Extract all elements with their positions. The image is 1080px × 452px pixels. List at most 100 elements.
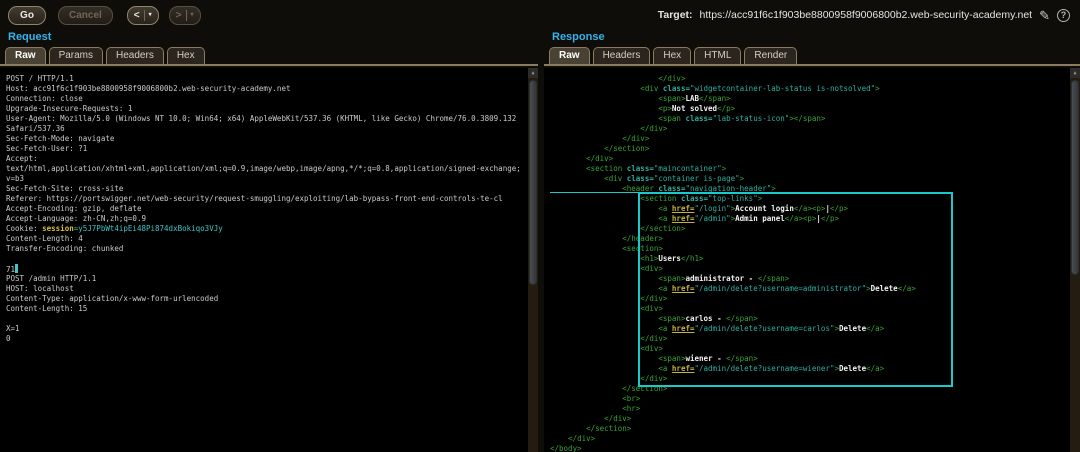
code-line: Host: acc91f6c1f903be8800958f9006800b2.w… bbox=[6, 84, 538, 94]
code-line bbox=[6, 254, 538, 264]
text-cursor bbox=[15, 264, 18, 273]
code-line: <a href="/admin/delete?username=administ… bbox=[550, 284, 1080, 294]
code-line: v=b3 bbox=[6, 174, 538, 184]
request-scrollbar-thumb[interactable] bbox=[529, 80, 537, 285]
code-line: Referer: https://portswigger.net/web-sec… bbox=[6, 194, 538, 204]
code-line: <span class="lab-status-icon"></span> bbox=[550, 114, 1080, 124]
button-divider bbox=[186, 10, 187, 21]
chevron-down-icon[interactable]: ▾ bbox=[149, 12, 152, 18]
response-scrollbar-thumb[interactable] bbox=[1071, 80, 1079, 275]
code-line: <span>LAB</span> bbox=[550, 94, 1080, 104]
code-line: <a href="/admin/delete?username=wiener">… bbox=[550, 364, 1080, 374]
code-line: Upgrade-Insecure-Requests: 1 bbox=[6, 104, 538, 114]
code-line: Connection: close bbox=[6, 94, 538, 104]
code-line: Cookie: session=y5J7PbWt4ipEi48Pi874dxBo… bbox=[6, 224, 538, 234]
code-line: </section> bbox=[550, 224, 1080, 234]
response-panel: Response RawHeadersHexHTMLRender </div> … bbox=[544, 30, 1080, 452]
tab-headers[interactable]: Headers bbox=[593, 47, 651, 64]
code-line: <span>administrator - </span> bbox=[550, 274, 1080, 284]
code-line: <br> bbox=[550, 394, 1080, 404]
code-line: Accept-Encoding: gzip, deflate bbox=[6, 204, 538, 214]
code-line: </div> bbox=[550, 74, 1080, 84]
code-line: <p>Not solved</p> bbox=[550, 104, 1080, 114]
code-line: Content-Length: 15 bbox=[6, 304, 538, 314]
tab-params[interactable]: Params bbox=[49, 47, 103, 64]
code-line: </header> bbox=[550, 234, 1080, 244]
code-line: <span>wiener - </span> bbox=[550, 354, 1080, 364]
code-line: text/html,application/xhtml+xml,applicat… bbox=[6, 164, 538, 174]
button-divider bbox=[144, 10, 145, 21]
target-bar: Target: https://acc91f6c1f903be8800958f9… bbox=[658, 9, 1080, 22]
tab-hex[interactable]: Hex bbox=[653, 47, 691, 64]
code-line: <hr> bbox=[550, 404, 1080, 414]
response-scrollbar[interactable]: ▲ bbox=[1070, 68, 1080, 452]
code-line: Transfer-Encoding: chunked bbox=[6, 244, 538, 254]
request-scrollbar[interactable]: ▲ bbox=[528, 68, 538, 452]
tab-raw[interactable]: Raw bbox=[549, 47, 590, 64]
code-line: HOST: localhost bbox=[6, 284, 538, 294]
prev-arrow-icon: < bbox=[134, 10, 140, 21]
code-line: </section> bbox=[550, 384, 1080, 394]
code-line: User-Agent: Mozilla/5.0 (Windows NT 10.0… bbox=[6, 114, 538, 124]
code-line: 0 bbox=[6, 334, 538, 344]
request-tabs: RawParamsHeadersHex bbox=[0, 45, 538, 66]
code-line: Sec-Fetch-User: ?1 bbox=[6, 144, 538, 154]
tab-raw[interactable]: Raw bbox=[5, 47, 46, 64]
tab-hex[interactable]: Hex bbox=[167, 47, 205, 64]
code-line: Accept-Language: zh-CN,zh;q=0.9 bbox=[6, 214, 538, 224]
code-line: <section class="top-links"> bbox=[550, 194, 1080, 204]
next-request-button[interactable]: > ▾ bbox=[169, 6, 201, 25]
scroll-up-icon[interactable]: ▲ bbox=[1070, 68, 1080, 78]
code-line: Safari/537.36 bbox=[6, 124, 538, 134]
code-line: <div class="container is-page"> bbox=[550, 174, 1080, 184]
code-line: </div> bbox=[550, 294, 1080, 304]
code-line: </div> bbox=[550, 334, 1080, 344]
code-line: <a href="/admin/delete?username=carlos">… bbox=[550, 324, 1080, 334]
code-line: <section> bbox=[550, 244, 1080, 254]
code-line: <section class="maincontainer"> bbox=[550, 164, 1080, 174]
request-code: POST / HTTP/1.1Host: acc91f6c1f903be8800… bbox=[6, 74, 538, 344]
code-line: </div> bbox=[550, 154, 1080, 164]
code-line bbox=[6, 314, 538, 324]
code-line: <div class="widgetcontainer-lab-status i… bbox=[550, 84, 1080, 94]
code-line: Accept: bbox=[6, 154, 538, 164]
repeater-toolbar: Go Cancel < ▾ > ▾ Target: https://acc91f… bbox=[0, 0, 1080, 30]
request-editor[interactable]: POST / HTTP/1.1Host: acc91f6c1f903be8800… bbox=[0, 68, 538, 452]
pencil-icon[interactable]: ✎ bbox=[1039, 9, 1050, 22]
code-line: POST /admin HTTP/1.1 bbox=[6, 274, 538, 284]
scroll-up-icon[interactable]: ▲ bbox=[528, 68, 538, 78]
request-title: Request bbox=[0, 30, 538, 45]
code-line: </section> bbox=[550, 144, 1080, 154]
code-line: 71 bbox=[6, 264, 538, 274]
response-tabs: RawHeadersHexHTMLRender bbox=[544, 45, 1080, 66]
cancel-button[interactable]: Cancel bbox=[58, 6, 113, 25]
code-line: </body> bbox=[550, 444, 1080, 452]
target-label: Target: bbox=[658, 9, 693, 21]
code-line: POST / HTTP/1.1 bbox=[6, 74, 538, 84]
code-line: <a href="/admin">Admin panel</a><p>|</p> bbox=[550, 214, 1080, 224]
code-line: <div> bbox=[550, 344, 1080, 354]
code-line: Sec-Fetch-Mode: navigate bbox=[6, 134, 538, 144]
request-panel: Request RawParamsHeadersHex POST / HTTP/… bbox=[0, 30, 538, 452]
code-line: <span>carlos - </span> bbox=[550, 314, 1080, 324]
code-line: <h1>Users</h1> bbox=[550, 254, 1080, 264]
code-line: </div> bbox=[550, 124, 1080, 134]
go-button[interactable]: Go bbox=[8, 6, 46, 25]
next-arrow-icon: > bbox=[176, 10, 182, 21]
tab-render[interactable]: Render bbox=[744, 47, 797, 64]
code-line: X=1 bbox=[6, 324, 538, 334]
code-line: </section> bbox=[550, 424, 1080, 434]
prev-request-button[interactable]: < ▾ bbox=[127, 6, 159, 25]
code-line: Content-Length: 4 bbox=[6, 234, 538, 244]
help-icon[interactable]: ? bbox=[1057, 9, 1070, 22]
chevron-down-icon[interactable]: ▾ bbox=[191, 12, 194, 18]
tab-headers[interactable]: Headers bbox=[106, 47, 164, 64]
code-line: </div> bbox=[550, 434, 1080, 444]
code-line: <div> bbox=[550, 264, 1080, 274]
code-line: </div> bbox=[550, 134, 1080, 144]
response-editor[interactable]: </div> <div class="widgetcontainer-lab-s… bbox=[544, 68, 1080, 452]
tab-html[interactable]: HTML bbox=[694, 47, 741, 64]
code-line: Sec-Fetch-Site: cross-site bbox=[6, 184, 538, 194]
burp-repeater-window: { "toolbar": { "go_label": "Go", "cancel… bbox=[0, 0, 1080, 452]
code-line: <div> bbox=[550, 304, 1080, 314]
